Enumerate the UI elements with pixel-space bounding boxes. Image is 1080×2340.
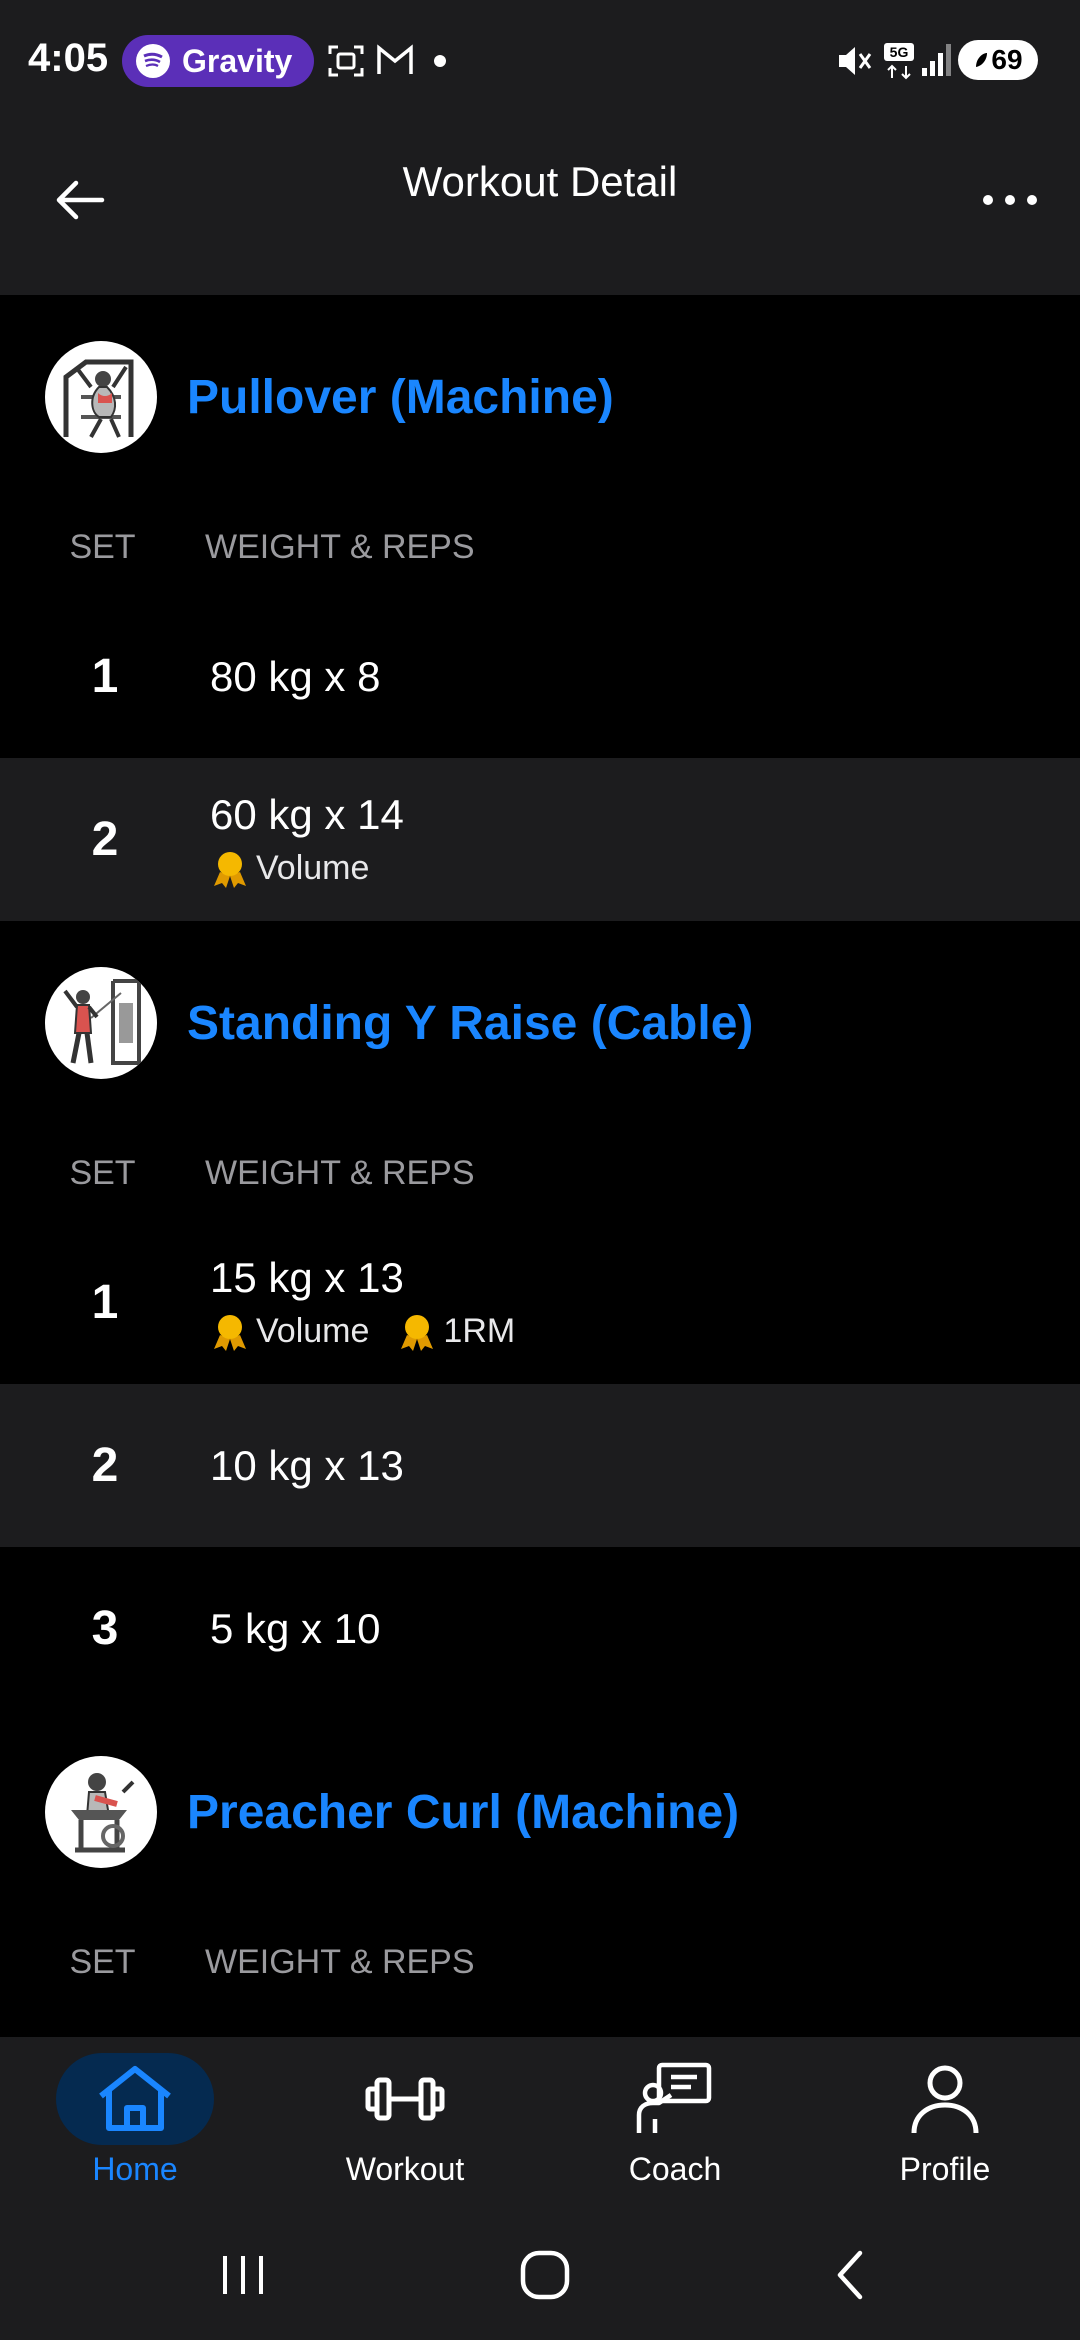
nav-coach-label: Coach xyxy=(628,2151,722,2187)
5g-icon: 5G xyxy=(882,42,918,85)
weight-reps-column-label: WEIGHT & REPS xyxy=(205,527,475,566)
medal-icon xyxy=(214,851,246,888)
set-row: 2 10 kg x 13 xyxy=(0,1384,1080,1547)
more-options-button[interactable] xyxy=(970,160,1050,240)
medal-icon xyxy=(401,1314,434,1351)
record-badge: 1RM xyxy=(397,1312,515,1351)
battery-indicator: 69 xyxy=(958,40,1038,80)
exercise-header[interactable]: Standing Y Raise (Cable) xyxy=(0,921,1080,1125)
profile-icon xyxy=(866,2053,1024,2145)
status-time: 4:05 xyxy=(28,36,109,80)
exercise-thumbnail xyxy=(45,341,157,453)
recent-apps-icon xyxy=(223,2256,263,2294)
record-badge: Volume xyxy=(210,1312,369,1351)
record-badges: Volume 1RM xyxy=(210,1312,543,1351)
set-row: 1 15 kg x 13 Volume 1RM xyxy=(0,1221,1080,1384)
record-badge: Volume xyxy=(210,849,369,888)
media-pill-label: Gravity xyxy=(182,42,293,79)
set-column-label: SET xyxy=(69,527,136,566)
set-table-header: SET WEIGHT & REPS xyxy=(0,1125,1080,1221)
weight-reps-column-label: WEIGHT & REPS xyxy=(205,1153,475,1192)
app-header: Workout Detail xyxy=(0,120,1080,295)
exercise-header[interactable]: Preacher Curl (Machine) xyxy=(0,1710,1080,1914)
set-column-label: SET xyxy=(69,1153,136,1192)
nav-coach[interactable]: Coach xyxy=(540,2037,810,2210)
exercise-card: Pullover (Machine) SET WEIGHT & REPS 1 8… xyxy=(0,295,1080,921)
set-number: 1 xyxy=(91,650,119,703)
home-system-button[interactable] xyxy=(495,2240,595,2310)
exercise-name: Preacher Curl (Machine) xyxy=(187,1785,740,1839)
coach-icon xyxy=(596,2053,754,2145)
set-row: 1 80 kg x 8 xyxy=(0,595,1080,758)
spotify-icon xyxy=(136,44,170,78)
exercise-name: Pullover (Machine) xyxy=(187,370,614,424)
exercise-thumbnail xyxy=(45,967,157,1079)
svg-text:5G: 5G xyxy=(890,44,909,60)
record-badge-label: 1RM xyxy=(443,1312,516,1350)
medal-icon xyxy=(214,1314,246,1351)
battery-saver-icon xyxy=(976,53,988,67)
back-system-button[interactable] xyxy=(800,2240,900,2310)
screenshot-icon xyxy=(328,44,364,83)
back-chevron-icon xyxy=(837,2250,863,2300)
workout-content[interactable]: Pullover (Machine) SET WEIGHT & REPS 1 8… xyxy=(0,295,1080,2037)
nav-home-label: Home xyxy=(92,2151,178,2187)
more-dots-icon xyxy=(983,195,1037,205)
exercise-name: Standing Y Raise (Cable) xyxy=(187,996,754,1050)
recent-apps-button[interactable] xyxy=(193,2240,293,2310)
set-value: 10 kg x 13 xyxy=(210,1441,404,1489)
exercise-card: Standing Y Raise (Cable) SET WEIGHT & RE… xyxy=(0,921,1080,1710)
dumbbell-icon xyxy=(326,2053,484,2145)
set-number: 2 xyxy=(91,813,119,866)
set-table-header: SET WEIGHT & REPS xyxy=(0,499,1080,595)
nav-home[interactable]: Home xyxy=(0,2037,270,2210)
set-number: 3 xyxy=(91,1602,119,1655)
set-number: 1 xyxy=(91,1276,119,1329)
set-value: 80 kg x 8 xyxy=(210,652,381,700)
set-table-header: SET WEIGHT & REPS xyxy=(0,1914,1080,2010)
set-value: 60 kg x 14 xyxy=(210,791,404,838)
signal-icon xyxy=(920,42,954,83)
set-column-label: SET xyxy=(69,1942,136,1981)
set-value: 5 kg x 10 xyxy=(210,1604,381,1652)
pullover-machine-icon xyxy=(63,359,134,438)
home-circle-icon xyxy=(520,2250,570,2300)
preacher-curl-machine-icon xyxy=(71,1773,135,1853)
record-badge-label: Volume xyxy=(256,849,370,887)
cable-machine-icon xyxy=(63,979,141,1065)
notification-dot-icon xyxy=(434,55,446,67)
nav-profile[interactable]: Profile xyxy=(810,2037,1080,2210)
home-icon xyxy=(56,2053,214,2145)
nav-workout-label: Workout xyxy=(345,2151,465,2187)
record-badge-label: Volume xyxy=(256,1312,370,1350)
nav-workout[interactable]: Workout xyxy=(270,2037,540,2210)
mute-icon xyxy=(835,42,873,85)
battery-level: 69 xyxy=(991,44,1023,75)
gmail-icon xyxy=(376,44,414,81)
media-pill[interactable]: Gravity xyxy=(122,35,315,87)
set-row: 2 60 kg x 14 Volume xyxy=(0,758,1080,921)
record-badges: Volume xyxy=(210,849,404,888)
set-value: 15 kg x 13 xyxy=(210,1254,404,1301)
status-bar: 4:05 Gravity 5G 69 xyxy=(0,0,1080,120)
page-title: Workout Detail xyxy=(402,158,678,205)
exercise-thumbnail xyxy=(45,1756,157,1868)
system-navigation-bar xyxy=(0,2210,1080,2340)
exercise-header[interactable]: Pullover (Machine) xyxy=(0,295,1080,499)
set-row: 3 5 kg x 10 xyxy=(0,1547,1080,1710)
exercise-card: Preacher Curl (Machine) SET WEIGHT & REP… xyxy=(0,1710,1080,2010)
set-number: 2 xyxy=(91,1439,119,1492)
nav-profile-label: Profile xyxy=(899,2151,991,2187)
weight-reps-column-label: WEIGHT & REPS xyxy=(205,1942,475,1981)
bottom-navigation: Home Workout Coach Profile xyxy=(0,2037,1080,2210)
